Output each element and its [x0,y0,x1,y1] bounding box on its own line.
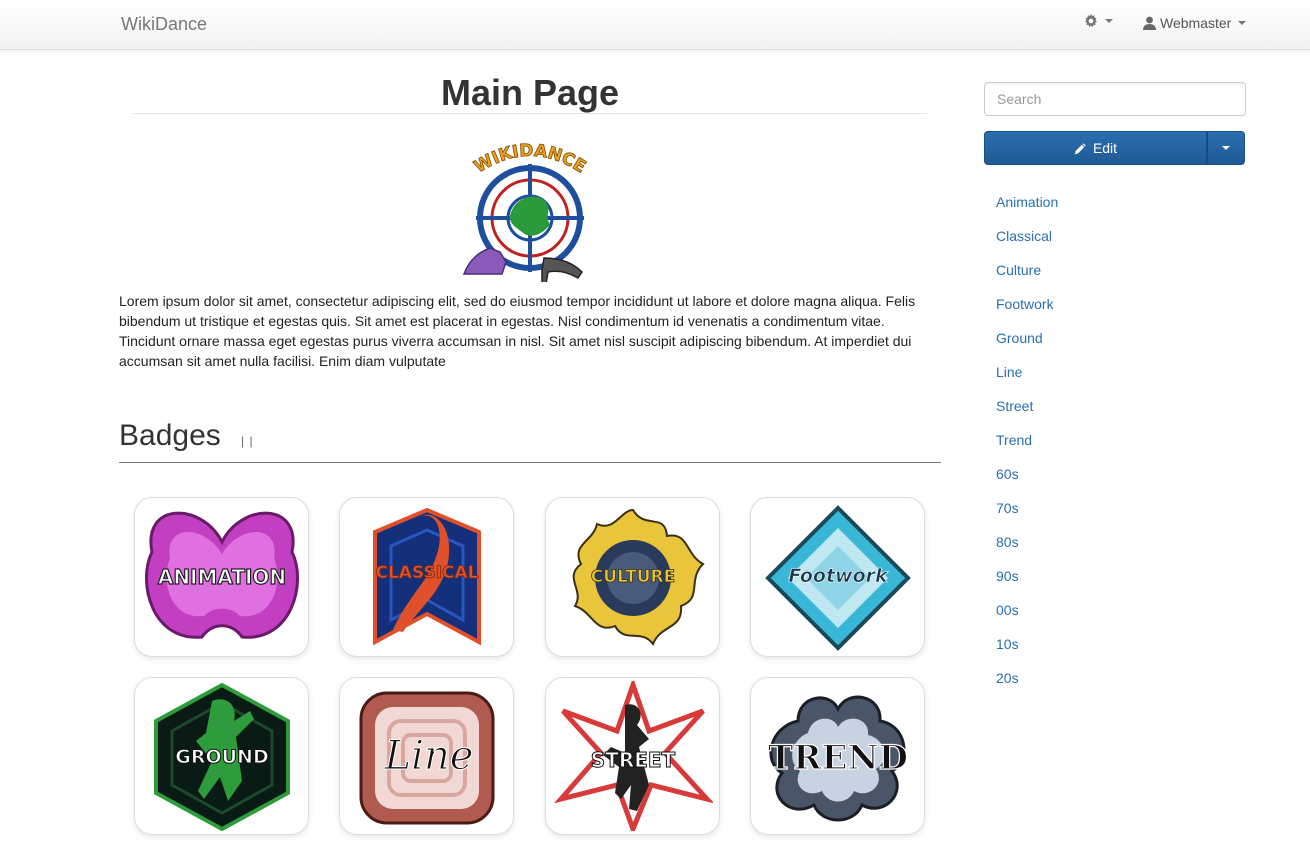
svg-text:Footwork: Footwork [788,565,889,587]
badge-footwork[interactable]: Footwork [750,497,925,657]
classical-badge-image: CLASSICAL [372,507,481,646]
intro-paragraph: Lorem ipsum dolor sit amet, consectetur … [119,293,916,369]
wikidance-logo: WIKIDANCE [462,140,590,282]
street-badge-image: STREET [553,681,713,831]
badge-street[interactable]: STREET [545,677,720,835]
ground-badge-image: GROUND [153,682,290,831]
svg-text:Line: Line [383,733,473,779]
user-menu[interactable]: Webmaster [1143,15,1247,31]
category-link-culture[interactable]: Culture [996,262,1058,296]
caret-down-icon [1222,146,1230,150]
category-link-animation[interactable]: Animation [996,194,1058,228]
settings-menu[interactable] [1084,14,1113,28]
line-badge-image: Line [359,691,494,825]
svg-text:TREND: TREND [767,738,907,778]
edit-dropdown-toggle[interactable] [1207,131,1245,165]
animation-badge-image: ANIMATION [144,511,299,639]
category-link-line[interactable]: Line [996,364,1058,398]
category-link-ground[interactable]: Ground [996,330,1058,364]
page-title: Main Page [440,72,620,113]
brand-link[interactable]: WikiDance [121,14,207,35]
chevron-down-icon [1238,21,1247,25]
top-navbar: WikiDance Webmaster [0,0,1310,50]
category-link-90s[interactable]: 90s [996,568,1058,602]
gear-icon [1085,14,1097,28]
badges-divider [119,462,941,463]
badge-culture[interactable]: CULTURE [545,497,720,657]
category-link-classical[interactable]: Classical [996,228,1058,262]
search-input[interactable] [984,82,1246,116]
category-link-00s[interactable]: 00s [996,602,1058,636]
category-link-60s[interactable]: 60s [996,466,1058,500]
badge-line[interactable]: Line [339,677,514,835]
section-edit-marker[interactable]: | | [241,434,254,448]
category-link-80s[interactable]: 80s [996,534,1058,568]
trend-badge-image: TREND [767,695,908,822]
svg-text:STREET: STREET [590,748,675,772]
category-link-street[interactable]: Street [996,398,1058,432]
chevron-down-icon [1105,19,1113,23]
title-divider [133,113,927,114]
badge-classical[interactable]: CLASSICAL [339,497,514,657]
culture-badge-image: CULTURE [572,508,705,647]
badge-trend[interactable]: TREND [750,677,925,835]
edit-button-label: Edit [1092,140,1118,156]
category-link-20s[interactable]: 20s [996,670,1058,704]
svg-text:ANIMATION: ANIMATION [157,565,285,589]
svg-text:GROUND: GROUND [175,746,268,768]
user-name: Webmaster [1160,15,1232,31]
footwork-badge-image: Footwork [764,505,911,651]
svg-text:CLASSICAL: CLASSICAL [375,563,478,583]
svg-text:CULTURE: CULTURE [590,567,674,587]
badge-animation[interactable]: ANIMATION [134,497,309,657]
category-link-footwork[interactable]: Footwork [996,296,1058,330]
category-list: Animation Classical Culture Footwork Gro… [996,194,1058,704]
category-link-10s[interactable]: 10s [996,636,1058,670]
badge-ground[interactable]: GROUND [134,677,309,835]
edit-button[interactable]: Edit [984,131,1207,165]
category-link-trend[interactable]: Trend [996,432,1058,466]
edit-button-group: Edit [984,131,1245,165]
badges-heading: Badges [119,419,221,452]
pencil-icon [1074,142,1086,154]
user-icon [1143,16,1156,30]
category-link-70s[interactable]: 70s [996,500,1058,534]
